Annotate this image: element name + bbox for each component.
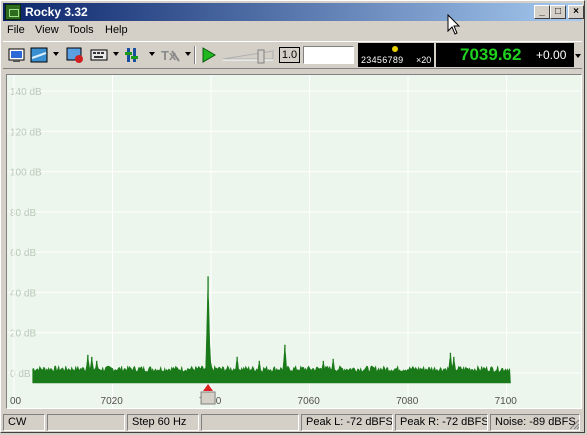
frequency-dropdown-icon[interactable] [575,54,581,58]
status-noise: Noise: -89 dBFS [490,414,580,431]
digits-step: ×20 [416,55,432,65]
digits-text: 23456789 [361,55,404,65]
toolbar-separator [194,46,196,64]
window-title: Rocky 3.32 [25,5,88,19]
spectrum-dropdown-icon[interactable] [53,52,59,56]
maximize-button[interactable]: □ [550,5,566,19]
spectrum-icon[interactable] [29,45,49,65]
status-blank-2 [201,414,299,431]
status-peak-r: Peak R: -72 dBFS [395,414,488,431]
frequency-value: 7039.62 [460,45,522,64]
app-icon[interactable] [5,4,21,20]
menu-help[interactable]: Help [105,24,128,36]
y-tick-label: 120 dB [10,127,42,138]
transmit-dropdown-icon[interactable] [185,52,191,56]
y-tick-label: 140 dB [10,87,42,98]
y-tick-label: 100 dB [10,168,42,179]
close-button[interactable]: × [568,5,584,19]
spectrum-plot[interactable]: 0 dB 20 dB 40 dB 60 dB 80 dB 100 dB 120 dB 140 … [6,74,582,409]
menu-view[interactable]: View [35,24,59,36]
title-bar[interactable]: Rocky 3.32 _ □ × [3,3,584,21]
tuning-slider-thumb [200,391,216,405]
x-tick-label: 7060 [298,396,321,407]
digits-display[interactable]: 23456789 ×20 [358,43,434,67]
app-window: Rocky 3.32 _ □ × File View Tools Help Tx [0,0,585,433]
spectrum-chart[interactable]: 0 dB20 dB40 dB60 dB80 dB100 dB120 dB140 … [7,75,582,409]
toolbar: Tx 1.0 23456789 ×20 7039.62 +0.00 [3,41,582,69]
frequency-offset: +0.00 [536,48,567,62]
equalizer-icon[interactable] [123,45,143,65]
status-step: Step 60 Hz [127,414,199,431]
transmit-icon[interactable]: Tx [159,45,180,65]
x-tick-label: 7100 [495,396,518,407]
status-mode: CW [3,414,45,431]
status-blank-1 [47,414,125,431]
text-input[interactable] [303,46,354,64]
tuning-dot-icon [392,46,398,52]
play-icon[interactable] [198,45,218,65]
status-peak-l: Peak L: -72 dBFS [301,414,393,431]
record-icon[interactable] [65,45,85,65]
resize-grip-icon[interactable] [568,418,580,430]
menu-file[interactable]: File [7,24,25,36]
spectrum-area [32,291,511,384]
speed-value: 1.0 [279,47,300,63]
status-bar: CW Step 60 Hz Peak L: -72 dBFS Peak R: -… [3,413,582,432]
y-tick-label: 0 dB [10,369,31,380]
tuning-marker-icon [203,384,214,391]
keyboard-dropdown-icon[interactable] [113,52,119,56]
monitor-icon[interactable] [7,45,27,65]
minimize-button[interactable]: _ [534,5,550,19]
x-tick-label: 00 [10,396,22,407]
x-tick-label: 7020 [101,396,124,407]
mouse-pointer-icon [447,14,461,35]
frequency-display[interactable]: 7039.62 +0.00 [436,43,574,67]
x-tick-label: 7080 [396,396,419,407]
menu-tools[interactable]: Tools [68,24,94,36]
equalizer-dropdown-icon[interactable] [149,52,155,56]
speed-slider[interactable] [221,45,277,65]
menu-bar: File View Tools Help [3,22,582,40]
keyboard-icon[interactable] [89,45,109,65]
